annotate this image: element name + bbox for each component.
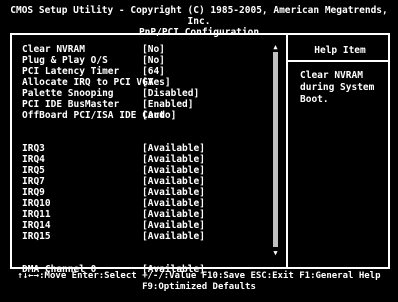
setting-value[interactable]: [Enabled] bbox=[142, 99, 193, 110]
setting-row-plug-and-play-os[interactable]: Plug & Play O/S [No] bbox=[22, 55, 272, 66]
setting-value[interactable]: [Available] bbox=[142, 231, 205, 242]
scrollbar-track[interactable] bbox=[273, 52, 278, 247]
setting-value[interactable]: [Available] bbox=[142, 220, 205, 231]
setting-label: Palette Snooping bbox=[22, 88, 114, 99]
setting-row-pci-ide-busmaster[interactable]: PCI IDE BusMaster [Enabled] bbox=[22, 99, 272, 110]
main-frame: Clear NVRAM [No] Plug & Play O/S [No] PC… bbox=[10, 33, 390, 275]
setting-row-irq10[interactable]: IRQ10 [Available] bbox=[22, 198, 272, 209]
scroll-down-arrow-icon[interactable]: ▼ bbox=[272, 249, 279, 257]
key-legend-line2: F9:Optimized Defaults bbox=[142, 282, 256, 292]
setting-value[interactable]: [64] bbox=[142, 66, 165, 77]
setting-value[interactable]: [Yes] bbox=[142, 77, 171, 88]
key-legend-line1: ↑↓←→:Move Enter:Select +/-/:Value F10:Sa… bbox=[17, 271, 381, 281]
setting-value[interactable]: [Disabled] bbox=[142, 88, 199, 99]
setting-row-pci-latency-timer[interactable]: PCI Latency Timer [64] bbox=[22, 66, 272, 77]
setting-value[interactable]: [No] bbox=[142, 44, 165, 55]
setting-value[interactable]: [Available] bbox=[142, 198, 205, 209]
help-title: Help Item bbox=[314, 45, 366, 56]
scrollbar[interactable]: ▲ ▼ bbox=[271, 43, 280, 257]
setting-row-irq14[interactable]: IRQ14 [Available] bbox=[22, 220, 272, 231]
setting-value[interactable]: [Available] bbox=[142, 154, 205, 165]
setting-row-irq11[interactable]: IRQ11 [Available] bbox=[22, 209, 272, 220]
title-bar: CMOS Setup Utility - Copyright (C) 1985-… bbox=[0, 0, 398, 38]
setting-label: IRQ7 bbox=[22, 176, 45, 187]
setting-row-irq3[interactable]: IRQ3 [Available] bbox=[22, 143, 272, 154]
help-text: Clear NVRAM during System Boot. bbox=[300, 70, 375, 105]
setting-label: IRQ5 bbox=[22, 165, 45, 176]
scroll-up-arrow-icon[interactable]: ▲ bbox=[272, 43, 279, 51]
setting-row-palette-snooping[interactable]: Palette Snooping [Disabled] bbox=[22, 88, 272, 99]
setting-value[interactable]: [Available] bbox=[142, 187, 205, 198]
utility-title: CMOS Setup Utility - Copyright (C) 1985-… bbox=[10, 5, 388, 27]
setting-label: PCI IDE BusMaster bbox=[22, 99, 120, 110]
setting-row-irq9[interactable]: IRQ9 [Available] bbox=[22, 187, 272, 198]
setting-value[interactable]: [Available] bbox=[142, 209, 205, 220]
key-legend: ↑↓←→:Move Enter:Select +/-/:Value F10:Sa… bbox=[0, 271, 398, 293]
setting-row-irq7[interactable]: IRQ7 [Available] bbox=[22, 176, 272, 187]
setting-value[interactable]: [Available] bbox=[142, 176, 205, 187]
setting-label: IRQ3 bbox=[22, 143, 45, 154]
setting-label: Allocate IRQ to PCI VGA bbox=[22, 77, 154, 88]
panel-divider bbox=[286, 35, 288, 267]
setting-label: IRQ4 bbox=[22, 154, 45, 165]
settings-list: Clear NVRAM [No] Plug & Play O/S [No] PC… bbox=[22, 44, 272, 275]
setting-label: IRQ15 bbox=[22, 231, 51, 242]
setting-label: IRQ14 bbox=[22, 220, 51, 231]
setting-value[interactable]: [No] bbox=[142, 55, 165, 66]
setting-row-irq4[interactable]: IRQ4 [Available] bbox=[22, 154, 272, 165]
help-separator bbox=[288, 60, 390, 62]
setting-label: Plug & Play O/S bbox=[22, 55, 108, 66]
setting-value[interactable]: [Available] bbox=[142, 143, 205, 154]
setting-row-irq5[interactable]: IRQ5 [Available] bbox=[22, 165, 272, 176]
setting-row-allocate-irq-vga[interactable]: Allocate IRQ to PCI VGA [Yes] bbox=[22, 77, 272, 88]
setting-value[interactable]: [Auto] bbox=[142, 110, 176, 121]
setting-label: IRQ11 bbox=[22, 209, 51, 220]
setting-label: Clear NVRAM bbox=[22, 44, 85, 55]
setting-label: PCI Latency Timer bbox=[22, 66, 120, 77]
setting-row-irq15[interactable]: IRQ15 [Available] bbox=[22, 231, 272, 242]
setting-label: IRQ10 bbox=[22, 198, 51, 209]
setting-row-clear-nvram[interactable]: Clear NVRAM [No] bbox=[22, 44, 272, 55]
setting-value[interactable]: [Available] bbox=[142, 165, 205, 176]
setting-label: IRQ9 bbox=[22, 187, 45, 198]
setting-row-offboard-ide-card[interactable]: OffBoard PCI/ISA IDE Card [Auto] bbox=[22, 110, 272, 121]
